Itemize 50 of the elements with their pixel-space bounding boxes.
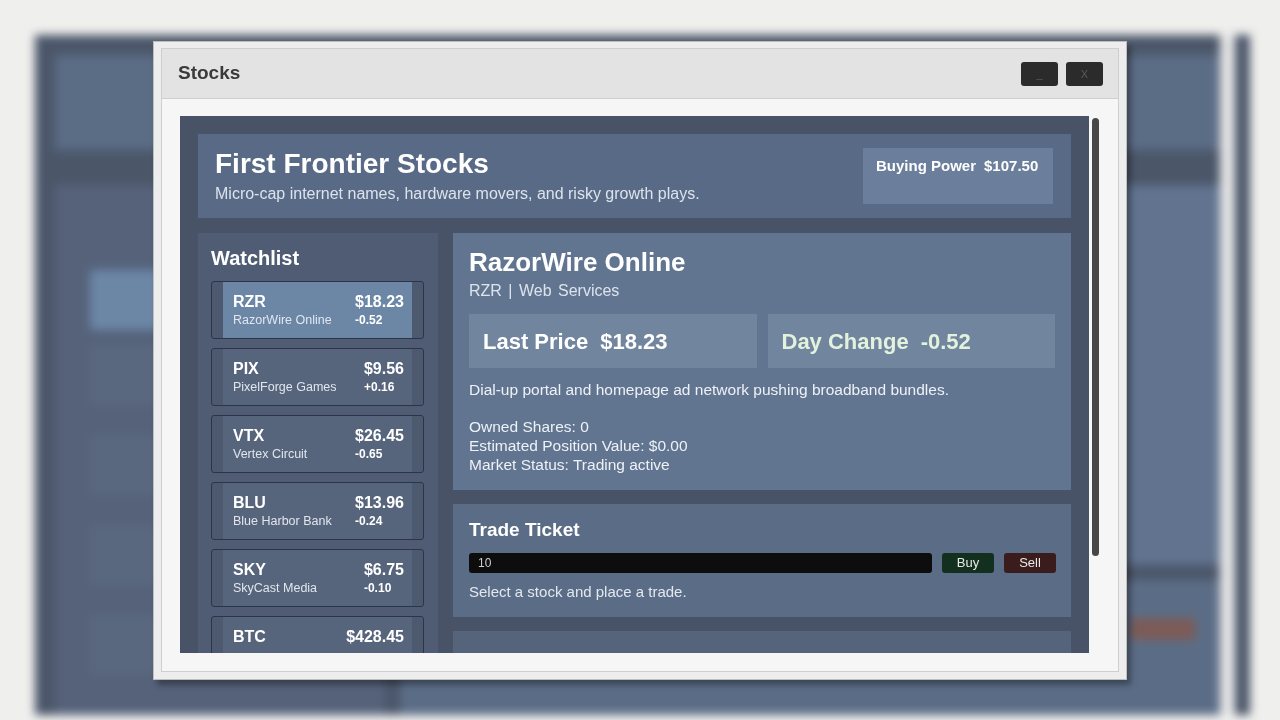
watchlist-title: Watchlist <box>211 246 301 270</box>
watchlist-item[interactable]: SKY SkyCast Media $6.75 -0.10 <box>211 549 424 607</box>
buying-power-label: Buying Power <box>876 157 976 176</box>
stock-ticker: SKY <box>233 560 267 580</box>
stock-price: $9.56 <box>363 359 404 379</box>
watchlist-item[interactable]: PIX PixelForge Games $9.56 +0.16 <box>211 348 424 406</box>
company-name: RazorWire Online <box>233 312 332 328</box>
stock-subtitle: RZR | Web Services <box>469 281 621 301</box>
company-name: Blue Harbor Bank <box>233 513 332 529</box>
stock-ticker: BLU <box>233 493 267 513</box>
quantity-input[interactable]: 10 <box>469 553 932 573</box>
watchlist-item[interactable]: RZR RazorWire Online $18.23 -0.52 <box>211 281 424 339</box>
stock-price: $26.45 <box>355 426 404 446</box>
price-change: +0.16 <box>363 379 395 395</box>
stock-price: $18.23 <box>355 292 404 312</box>
sell-button[interactable]: Sell <box>1004 553 1056 573</box>
buy-button[interactable]: Buy <box>942 553 994 573</box>
price-change: -0.52 <box>355 312 383 328</box>
stat-value: $18.23 <box>600 327 668 356</box>
buying-power-value: $107.50 <box>984 157 1039 176</box>
app-subtitle: Micro-cap internet names, hardware movers, and risky growth plays. <box>215 184 700 204</box>
position-fact: Owned Shares: 0 <box>469 417 590 436</box>
stock-price: $428.45 <box>346 627 404 647</box>
stat-label: Last Price <box>483 327 589 356</box>
stock-price: $13.96 <box>355 493 404 513</box>
position-fact: Market Status: Trading active <box>469 455 671 474</box>
watchlist-item[interactable]: BLU Blue Harbor Bank $13.96 -0.24 <box>211 482 424 540</box>
scrollbar-thumb[interactable] <box>1092 118 1099 556</box>
price-change: -0.65 <box>355 446 383 462</box>
watchlist-item[interactable]: BTC $428.45 <box>211 616 424 653</box>
stat-value: -0.52 <box>920 327 971 356</box>
window-title: Stocks <box>178 61 241 86</box>
position-fact: Estimated Position Value: $0.00 <box>469 436 689 455</box>
trade-ticket-title: Trade Ticket <box>469 518 581 542</box>
price-change: -0.10 <box>363 580 392 596</box>
trade-message: Select a stock and place a trade. <box>469 582 688 602</box>
watchlist-item[interactable]: VTX Vertex Circuit $26.45 -0.65 <box>211 415 424 473</box>
app-title: First Frontier Stocks <box>215 148 490 180</box>
stock-ticker: RZR <box>233 292 267 312</box>
company-name: Vertex Circuit <box>233 446 308 462</box>
stock-title: RazorWire Online <box>469 247 687 277</box>
stock-ticker: VTX <box>233 426 266 446</box>
company-name: PixelForge Games <box>233 379 337 395</box>
company-name: SkyCast Media <box>233 580 318 596</box>
stock-ticker: PIX <box>233 359 260 379</box>
price-change: -0.24 <box>355 513 383 529</box>
stock-ticker: BTC <box>233 627 266 647</box>
stock-price: $6.75 <box>363 560 404 580</box>
stock-description: Dial-up portal and homepage ad network pushing broadband bundles. <box>469 380 950 400</box>
stat-label: Day Change <box>781 327 909 356</box>
